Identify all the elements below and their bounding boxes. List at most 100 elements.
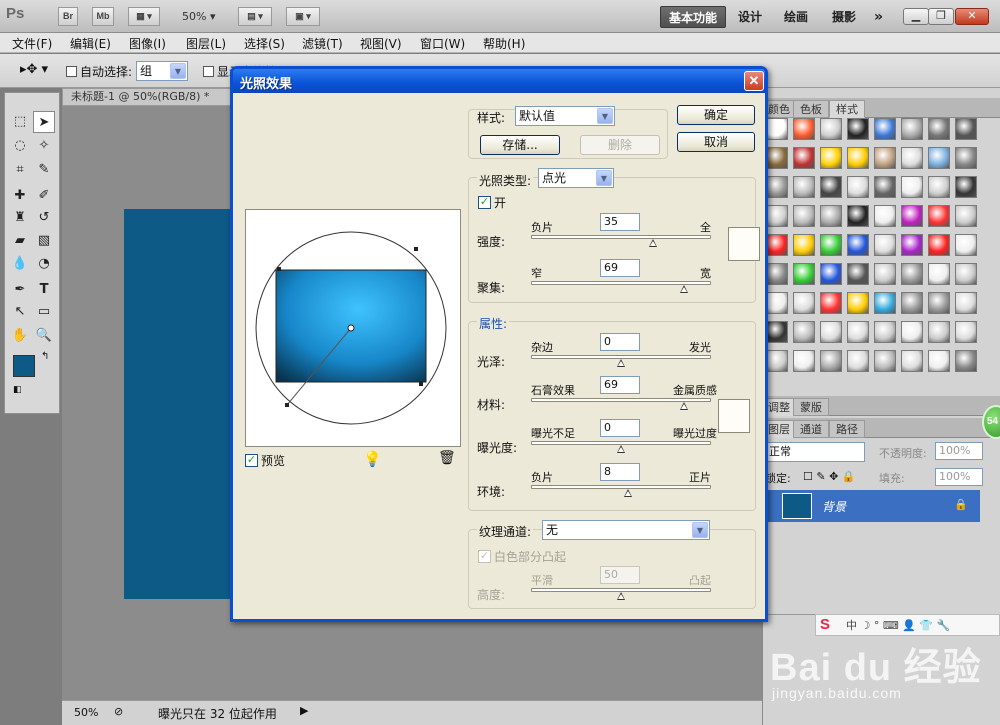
- style-swatch[interactable]: [928, 118, 950, 140]
- light-color-swatch[interactable]: [728, 227, 760, 261]
- style-swatch[interactable]: [793, 118, 815, 140]
- move-tool-preset-icon[interactable]: ▸✥ ▾: [20, 62, 48, 77]
- style-swatch[interactable]: [874, 147, 896, 169]
- style-swatch[interactable]: [793, 234, 815, 256]
- tab-channels[interactable]: 通道: [793, 420, 829, 438]
- style-swatch[interactable]: [955, 350, 977, 372]
- status-zoom[interactable]: 50%: [74, 706, 98, 719]
- style-swatch[interactable]: [955, 176, 977, 198]
- style-swatch[interactable]: [928, 205, 950, 227]
- preview-option[interactable]: ✓ 预览: [245, 452, 285, 469]
- marquee-tool-icon[interactable]: ⬚: [9, 111, 31, 133]
- shape-tool-icon[interactable]: ▭: [33, 301, 55, 323]
- style-swatch[interactable]: [928, 350, 950, 372]
- style-swatch[interactable]: [928, 176, 950, 198]
- auto-select-option[interactable]: 自动选择:: [66, 63, 132, 80]
- blur-tool-icon[interactable]: 💧: [9, 253, 31, 275]
- tab-swatches[interactable]: 色板: [793, 100, 829, 118]
- tab-masks[interactable]: 蒙版: [793, 398, 829, 416]
- dialog-title-bar[interactable]: 光照效果 ✕: [233, 69, 765, 93]
- auto-select-dropdown[interactable]: 组 ▼: [136, 61, 188, 81]
- style-swatch[interactable]: [793, 176, 815, 198]
- style-swatch[interactable]: [847, 205, 869, 227]
- show-transform-checkbox[interactable]: [203, 66, 214, 77]
- style-swatch[interactable]: [955, 263, 977, 285]
- bridge-button[interactable]: Br: [58, 7, 78, 26]
- foreground-color-swatch[interactable]: [13, 355, 35, 377]
- delete-style-button[interactable]: 删除: [580, 135, 660, 155]
- workspace-painting[interactable]: 绘画: [776, 6, 816, 28]
- style-swatch[interactable]: [901, 176, 923, 198]
- lock-icons[interactable]: ☐ ✎ ✥ 🔒: [803, 470, 855, 483]
- style-swatch[interactable]: [847, 147, 869, 169]
- focus-value-field[interactable]: 69: [600, 259, 640, 277]
- menu-edit[interactable]: 编辑(E): [70, 35, 111, 52]
- style-swatch[interactable]: [793, 205, 815, 227]
- style-swatch[interactable]: [766, 147, 788, 169]
- mini-bridge-button[interactable]: Mb: [92, 7, 114, 26]
- eraser-tool-icon[interactable]: ▰: [9, 230, 31, 252]
- light-type-dropdown[interactable]: 点光 ▼: [538, 168, 614, 188]
- arrange-documents-button[interactable]: ▤ ▾: [238, 7, 272, 26]
- style-dropdown[interactable]: 默认值 ▼: [515, 106, 615, 126]
- style-swatch[interactable]: [955, 147, 977, 169]
- style-swatch[interactable]: [874, 321, 896, 343]
- minimize-button[interactable]: ▁: [903, 8, 929, 25]
- style-swatch[interactable]: [820, 292, 842, 314]
- workspace-photography[interactable]: 摄影: [824, 6, 864, 28]
- style-swatch[interactable]: [955, 321, 977, 343]
- dialog-close-button[interactable]: ✕: [744, 71, 764, 91]
- style-swatch[interactable]: [820, 234, 842, 256]
- save-style-button[interactable]: 存储...: [480, 135, 560, 155]
- style-swatch[interactable]: [874, 176, 896, 198]
- white-high-checkbox[interactable]: ✓: [478, 550, 491, 563]
- style-swatch[interactable]: [955, 234, 977, 256]
- style-swatch[interactable]: [820, 118, 842, 140]
- style-swatch[interactable]: [901, 234, 923, 256]
- style-swatch[interactable]: [766, 350, 788, 372]
- more-workspaces-button[interactable]: »: [866, 6, 891, 28]
- style-swatch[interactable]: [766, 176, 788, 198]
- ambience-slider-track[interactable]: [531, 485, 711, 489]
- type-tool-icon[interactable]: T: [33, 279, 55, 301]
- zoom-level-dropdown[interactable]: 50% ▾: [182, 10, 215, 23]
- style-swatch[interactable]: [847, 292, 869, 314]
- gloss-slider-thumb[interactable]: [617, 359, 626, 368]
- workspace-essentials[interactable]: 基本功能: [660, 6, 727, 28]
- eyedropper-tool-icon[interactable]: ✎: [33, 159, 55, 181]
- close-app-button[interactable]: ✕: [955, 8, 989, 25]
- style-swatch[interactable]: [766, 118, 788, 140]
- screen-mode-button[interactable]: ▣ ▾: [286, 7, 320, 26]
- menu-filter[interactable]: 滤镜(T): [302, 35, 343, 52]
- style-swatch[interactable]: [847, 321, 869, 343]
- zoom-tool-icon[interactable]: 🔍: [33, 325, 55, 347]
- style-swatch[interactable]: [820, 147, 842, 169]
- ok-button[interactable]: 确定: [677, 105, 755, 125]
- style-swatch[interactable]: [766, 321, 788, 343]
- restore-button[interactable]: ❐: [928, 8, 954, 25]
- style-swatch[interactable]: [955, 292, 977, 314]
- style-swatch[interactable]: [901, 321, 923, 343]
- tab-styles[interactable]: 样式: [829, 100, 865, 118]
- style-swatch[interactable]: [847, 263, 869, 285]
- healing-brush-icon[interactable]: ✚: [9, 185, 31, 207]
- trash-icon[interactable]: 🗑: [438, 450, 456, 466]
- document-canvas[interactable]: [124, 209, 244, 599]
- menu-help[interactable]: 帮助(H): [483, 35, 525, 52]
- light-preview-canvas[interactable]: [246, 210, 460, 446]
- menu-image[interactable]: 图像(I): [129, 35, 166, 52]
- move-tool-icon[interactable]: ➤: [33, 111, 55, 133]
- style-swatch[interactable]: [766, 205, 788, 227]
- style-swatch[interactable]: [928, 147, 950, 169]
- clone-stamp-icon[interactable]: ♜: [9, 207, 31, 229]
- style-swatch[interactable]: [820, 205, 842, 227]
- cancel-button[interactable]: 取消: [677, 132, 755, 152]
- menu-file[interactable]: 文件(F): [12, 35, 52, 52]
- style-swatch[interactable]: [793, 350, 815, 372]
- style-swatch[interactable]: [793, 147, 815, 169]
- brush-tool-icon[interactable]: ✐: [33, 185, 55, 207]
- style-swatch[interactable]: [793, 263, 815, 285]
- history-brush-icon[interactable]: ↺: [33, 207, 55, 229]
- style-swatch[interactable]: [928, 292, 950, 314]
- preview-checkbox[interactable]: ✓: [245, 454, 258, 467]
